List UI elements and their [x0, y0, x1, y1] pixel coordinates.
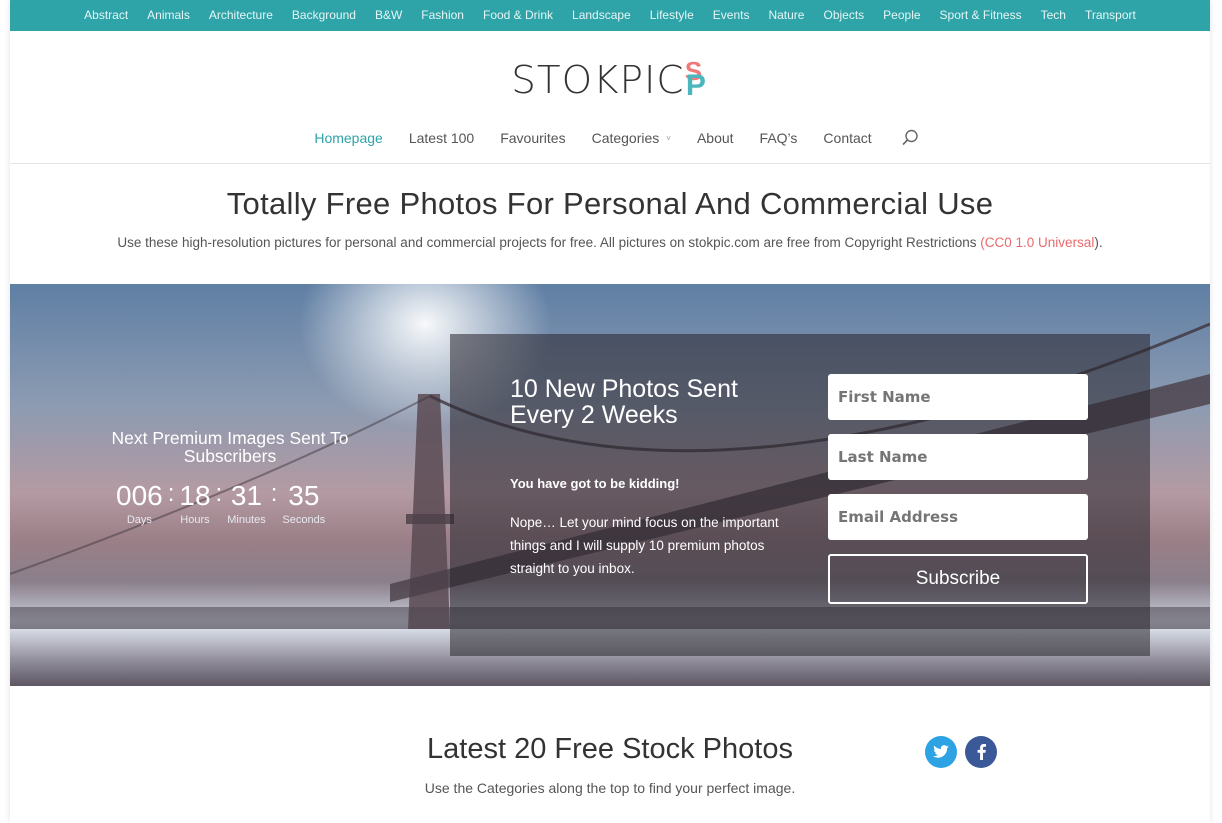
latest-section-title: Latest 20 Free Stock Photos	[427, 733, 793, 765]
category-link-abstract[interactable]: Abstract	[75, 0, 138, 31]
newsletter-optin: 10 New Photos Sent Every 2 Weeks You hav…	[450, 334, 1150, 656]
countdown-days: 006 Days	[116, 480, 163, 526]
category-link-events[interactable]: Events	[703, 0, 759, 31]
category-bar: Abstract Animals Architecture Background…	[10, 0, 1210, 31]
category-link-sport-fitness[interactable]: Sport & Fitness	[930, 0, 1031, 31]
nav-faqs[interactable]: FAQ’s	[760, 130, 798, 146]
category-link-bw[interactable]: B&W	[365, 0, 411, 31]
category-link-objects[interactable]: Objects	[814, 0, 874, 31]
site-logo[interactable]: STOKPIC S P	[10, 56, 1210, 104]
logo-mark: S P	[685, 58, 707, 102]
category-link-fashion[interactable]: Fashion	[412, 0, 474, 31]
countdown-minutes-value: 31	[230, 480, 263, 511]
countdown-separator: :	[215, 480, 223, 507]
countdown-separator: :	[270, 480, 278, 507]
chevron-down-icon: ˅	[666, 133, 671, 143]
subline-text: Use these high-resolution pictures for p…	[117, 235, 981, 250]
twitter-icon	[933, 745, 949, 758]
subline-end: ).	[1094, 235, 1103, 250]
nav-contact[interactable]: Contact	[823, 130, 871, 146]
countdown-minutes: 31 Minutes	[227, 480, 266, 526]
facebook-icon	[977, 744, 986, 760]
countdown-timer: 006 Days : 18 Hours : 31 Minutes : 35 Se…	[116, 480, 325, 526]
optin-title: 10 New Photos Sent Every 2 Weeks	[510, 375, 738, 429]
subscribe-button[interactable]: Subscribe	[828, 554, 1088, 604]
nav-homepage[interactable]: Homepage	[314, 130, 383, 146]
nav-favourites[interactable]: Favourites	[500, 130, 565, 146]
countdown-hours: 18 Hours	[179, 480, 210, 526]
nav-categories[interactable]: Categories ˅	[592, 130, 671, 146]
optin-tagline: You have got to be kidding!	[510, 476, 680, 491]
countdown-title: Next Premium Images Sent To Subscribers	[111, 428, 349, 466]
countdown-seconds-label: Seconds	[282, 514, 326, 526]
category-link-nature[interactable]: Nature	[759, 0, 814, 31]
category-link-lifestyle[interactable]: Lifestyle	[640, 0, 703, 31]
category-link-animals[interactable]: Animals	[138, 0, 200, 31]
countdown-seconds: 35 Seconds	[282, 480, 325, 526]
nav-divider	[10, 163, 1210, 164]
countdown-hours-value: 18	[179, 480, 211, 511]
nav-latest-100[interactable]: Latest 100	[409, 130, 474, 146]
countdown-minutes-label: Minutes	[227, 514, 266, 526]
optin-description: Nope… Let your mind focus on the importa…	[510, 515, 779, 576]
search-icon[interactable]	[901, 129, 919, 147]
first-name-field[interactable]	[828, 374, 1088, 420]
hero-banner: Next Premium Images Sent To Subscribers …	[10, 284, 1210, 686]
nav-about[interactable]: About	[697, 130, 734, 146]
logo-text: STOKPIC	[511, 58, 685, 102]
countdown-separator: :	[167, 480, 175, 507]
email-field[interactable]	[828, 494, 1088, 540]
category-link-food-drink[interactable]: Food & Drink	[473, 0, 562, 31]
category-link-transport[interactable]: Transport	[1075, 0, 1145, 31]
category-link-tech[interactable]: Tech	[1031, 0, 1075, 31]
page-headline: Totally Free Photos For Personal And Com…	[226, 186, 994, 221]
nav-categories-label: Categories	[591, 130, 660, 146]
page: Abstract Animals Architecture Background…	[10, 0, 1210, 823]
countdown-hours-label: Hours	[180, 514, 210, 526]
logo-mark-p: P	[685, 69, 706, 102]
page-subline: Use these high-resolution pictures for p…	[10, 235, 1210, 250]
category-link-background[interactable]: Background	[282, 0, 365, 31]
twitter-share-button[interactable]	[925, 736, 957, 768]
category-link-architecture[interactable]: Architecture	[199, 0, 282, 31]
facebook-share-button[interactable]	[965, 736, 997, 768]
last-name-field[interactable]	[828, 434, 1088, 480]
countdown-seconds-value: 35	[288, 480, 320, 511]
countdown-days-value: 006	[116, 480, 163, 511]
countdown-days-label: Days	[126, 514, 152, 526]
category-link-people[interactable]: People	[874, 0, 930, 31]
latest-section-subtitle: Use the Categories along the top to find…	[424, 780, 796, 796]
cc0-license-link[interactable]: (CC0 1.0 Universal	[980, 235, 1094, 250]
main-nav: Homepage Latest 100 Favourites Categorie…	[10, 124, 1210, 152]
category-link-landscape[interactable]: Landscape	[563, 0, 641, 31]
